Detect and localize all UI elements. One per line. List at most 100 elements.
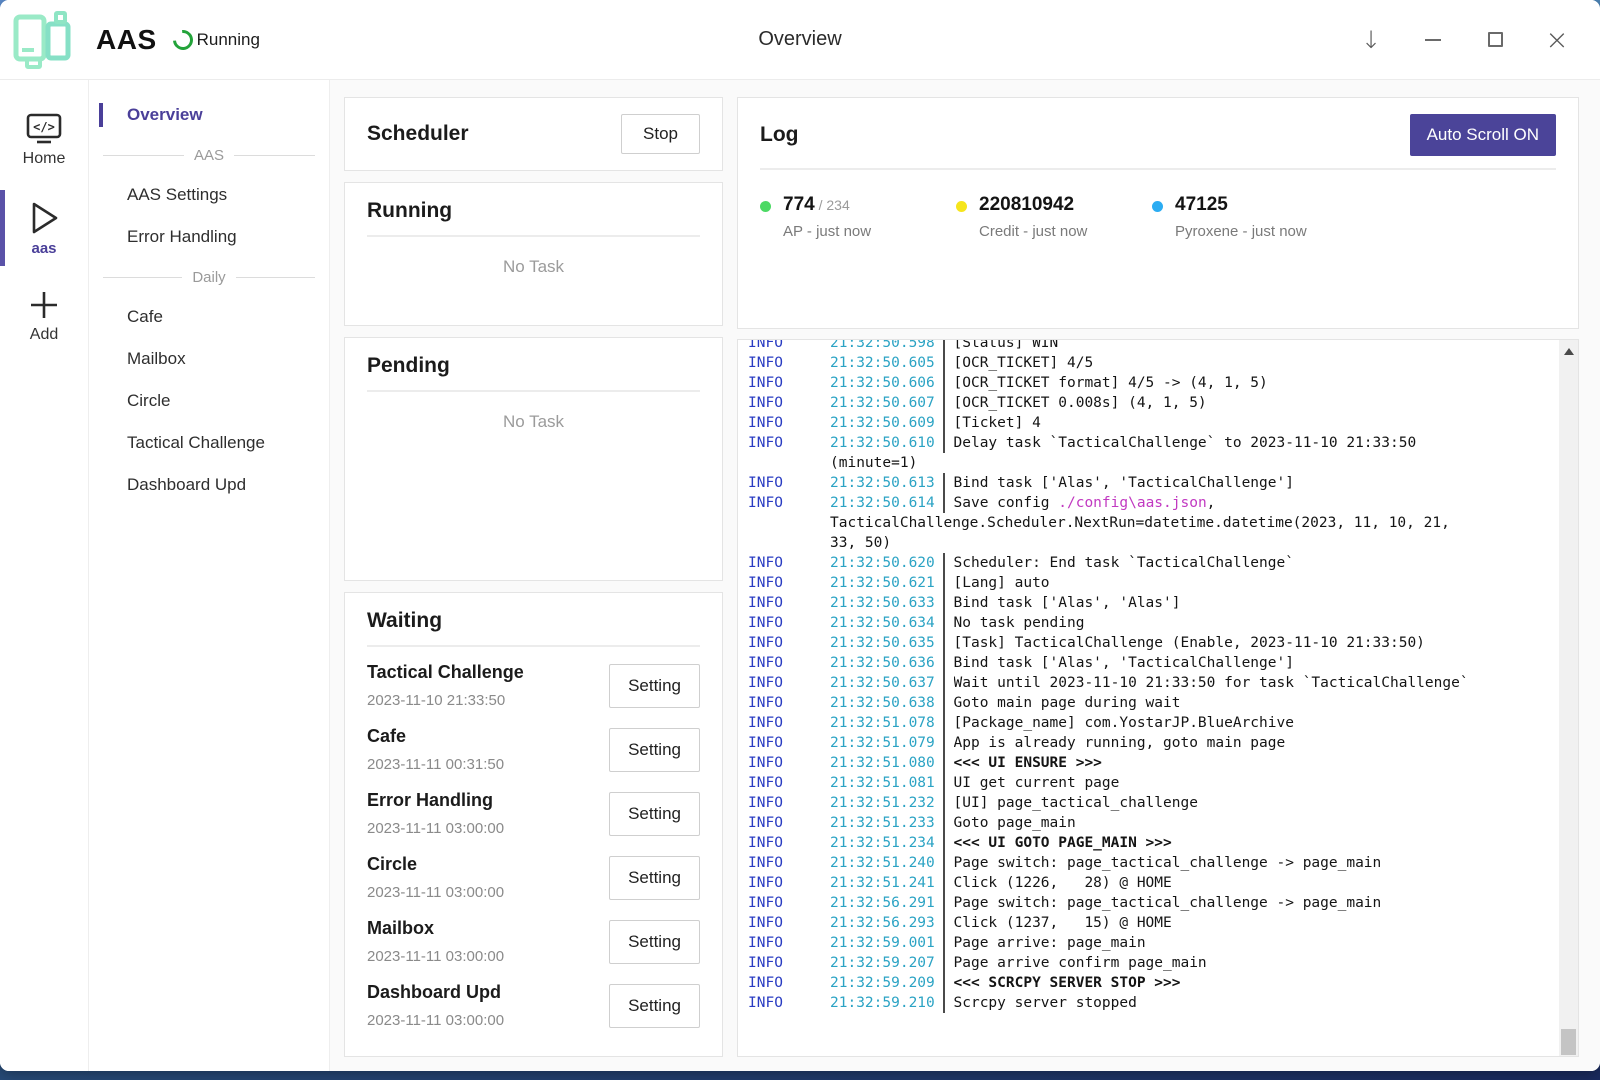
waiting-task-row: Error Handling 2023-11-11 03:00:00 Setting	[367, 781, 700, 845]
log-line: INFO21:32:50.638Goto main page during wa…	[748, 693, 1558, 713]
log-line: INFO21:32:51.240Page switch: page_tactic…	[748, 853, 1558, 873]
rail-item-add[interactable]: Add	[0, 272, 88, 360]
log-line: INFO21:32:51.232[UI] page_tactical_chall…	[748, 793, 1558, 813]
app-window: AAS Running Overview ↓ × </> Home	[0, 0, 1600, 1071]
log-line: INFO21:32:56.293Click (1237, 15) @ HOME	[748, 913, 1558, 933]
log-line-continuation: 33, 50)	[748, 533, 1558, 553]
stat-dot-icon	[1152, 201, 1163, 212]
setting-button[interactable]: Setting	[609, 984, 700, 1028]
log-line: INFO21:32:50.605[OCR_TICKET] 4/5	[748, 353, 1558, 373]
log-line: INFO21:32:51.081UI get current page	[748, 773, 1558, 793]
log-line: INFO21:32:50.634No task pending	[748, 613, 1558, 633]
log-line: INFO21:32:51.234<<< UI GOTO PAGE_MAIN >>…	[748, 833, 1558, 853]
log-line: INFO21:32:50.635[Task] TacticalChallenge…	[748, 633, 1558, 653]
log-line: INFO21:32:50.636Bind task ['Alas', 'Tact…	[748, 653, 1558, 673]
nav-item-circle[interactable]: Circle	[89, 380, 329, 422]
log-view[interactable]: INFO21:32:50.598[Status] WININFO21:32:50…	[737, 339, 1579, 1057]
waiting-task-row: Tactical Challenge2023-11-10 21:33:50Set…	[367, 653, 700, 717]
update-button[interactable]: ↓	[1358, 27, 1384, 53]
setting-button[interactable]: Setting	[609, 792, 700, 836]
log-line: INFO21:32:50.598[Status] WIN	[748, 339, 1558, 353]
log-line: INFO21:32:56.291Page switch: page_tactic…	[748, 893, 1558, 913]
pending-title: Pending	[367, 354, 700, 378]
scheduler-status: Running	[197, 30, 260, 50]
stat-value: 220810942	[979, 194, 1087, 216]
arrow-down-icon: ↓	[1361, 26, 1381, 54]
dashboard-stat: 774 / 234AP - just now	[760, 194, 956, 240]
pending-empty-text: No Task	[367, 412, 700, 432]
running-card: Running No Task	[344, 182, 723, 326]
nav-item-mailbox[interactable]: Mailbox	[89, 338, 329, 380]
scrollbar-thumb[interactable]	[1561, 1029, 1576, 1055]
rail-item-aas[interactable]: aas	[0, 184, 88, 272]
log-line: INFO21:32:50.614Save config ./config\aas…	[748, 493, 1558, 513]
pending-card: Pending No Task	[344, 337, 723, 581]
waiting-task-name: Error Handling	[367, 790, 504, 811]
auto-scroll-toggle[interactable]: Auto Scroll ON	[1410, 114, 1556, 156]
close-icon: ×	[1545, 26, 1568, 54]
scrollbar-up-arrow-icon[interactable]	[1559, 344, 1578, 358]
log-line-continuation: TacticalChallenge.Scheduler.NextRun=date…	[748, 513, 1558, 533]
log-line: INFO21:32:50.610Delay task `TacticalChal…	[748, 433, 1558, 453]
log-line: INFO21:32:51.080<<< UI ENSURE >>>	[748, 753, 1558, 773]
log-line: INFO21:32:59.209<<< SCRCPY SERVER STOP >…	[748, 973, 1558, 993]
stop-button[interactable]: Stop	[621, 114, 700, 154]
waiting-task-row: Cafe 2023-11-11 00:31:50 Setting	[367, 717, 700, 781]
rail-label-add: Add	[30, 326, 58, 344]
nav-item-dashboard-upd[interactable]: Dashboard Upd	[89, 464, 329, 506]
minimize-icon	[1425, 39, 1441, 41]
stat-value: 47125	[1175, 194, 1307, 216]
dashboard-stat: 47125 Pyroxene - just now	[1152, 194, 1348, 240]
setting-button[interactable]: Setting	[609, 856, 700, 900]
code-monitor-icon: </>	[25, 112, 63, 146]
nav-item-error-handling[interactable]: Error Handling	[89, 216, 329, 258]
log-line-continuation: (minute=1)	[748, 453, 1558, 473]
waiting-task-next-run: 2023-11-10 21:33:50	[367, 692, 524, 709]
main-content: Scheduler Stop Running No Task Pending N…	[330, 80, 1600, 1071]
nav-item-tactical-challenge[interactable]: Tactical Challenge	[89, 422, 329, 464]
nav-item-overview[interactable]: Overview	[89, 94, 329, 136]
nav-item-aas-settings[interactable]: AAS Settings	[89, 174, 329, 216]
stat-label: Pyroxene - just now	[1175, 223, 1307, 240]
log-line: INFO21:32:50.607[OCR_TICKET 0.008s] (4, …	[748, 393, 1558, 413]
dashboard-stats: 774 / 234AP - just now220810942Credit - …	[760, 194, 1556, 240]
waiting-task-next-run: 2023-11-11 03:00:00	[367, 948, 504, 965]
close-button[interactable]: ×	[1544, 27, 1570, 53]
play-icon	[27, 200, 61, 236]
setting-button[interactable]: Setting	[609, 664, 700, 708]
scheduler-card: Scheduler Stop	[344, 97, 723, 171]
rail-label-home: Home	[23, 150, 66, 168]
stat-value: 774 / 234	[783, 194, 871, 216]
waiting-task-name: Cafe	[367, 726, 504, 747]
maximize-icon	[1488, 32, 1503, 47]
waiting-task-row: Dashboard Upd2023-11-11 03:00:00Setting	[367, 973, 700, 1037]
log-line: INFO21:32:50.606[OCR_TICKET format] 4/5 …	[748, 373, 1558, 393]
app-logo-icon	[12, 10, 74, 70]
rail-item-home[interactable]: </> Home	[0, 96, 88, 184]
title-bar: AAS Running Overview ↓ ×	[0, 0, 1600, 80]
waiting-task-row: Circle2023-11-11 03:00:00Setting	[367, 845, 700, 909]
log-line: INFO21:32:50.613Bind task ['Alas', 'Tact…	[748, 473, 1558, 493]
log-line: INFO21:32:50.633Bind task ['Alas', 'Alas…	[748, 593, 1558, 613]
maximize-button[interactable]	[1482, 27, 1508, 53]
task-nav: OverviewAASAAS SettingsError HandlingDai…	[89, 80, 330, 1071]
waiting-task-name: Dashboard Upd	[367, 982, 504, 1003]
setting-button[interactable]: Setting	[609, 728, 700, 772]
minimize-button[interactable]	[1420, 27, 1446, 53]
log-line: INFO21:32:51.078[Package_name] com.Yosta…	[748, 713, 1558, 733]
waiting-task-name: Mailbox	[367, 918, 504, 939]
nav-section-aas: AAS	[89, 136, 329, 174]
log-line: INFO21:32:59.210Scrcpy server stopped	[748, 993, 1558, 1013]
waiting-task-row: Mailbox 2023-11-11 03:00:00 Setting	[367, 909, 700, 973]
setting-button[interactable]: Setting	[609, 920, 700, 964]
log-line: INFO21:32:50.609[Ticket] 4	[748, 413, 1558, 433]
waiting-task-next-run: 2023-11-11 03:00:00	[367, 820, 504, 837]
nav-item-cafe[interactable]: Cafe	[89, 296, 329, 338]
waiting-task-next-run: 2023-11-11 00:31:50	[367, 756, 504, 773]
waiting-task-list: Tactical Challenge2023-11-10 21:33:50Set…	[367, 653, 700, 1037]
dashboard-stat: 220810942Credit - just now	[956, 194, 1152, 240]
waiting-task-next-run: 2023-11-11 03:00:00	[367, 884, 504, 901]
log-line: INFO21:32:51.241Click (1226, 28) @ HOME	[748, 873, 1558, 893]
log-line: INFO21:32:59.001Page arrive: page_main	[748, 933, 1558, 953]
log-scrollbar[interactable]	[1559, 340, 1578, 1056]
